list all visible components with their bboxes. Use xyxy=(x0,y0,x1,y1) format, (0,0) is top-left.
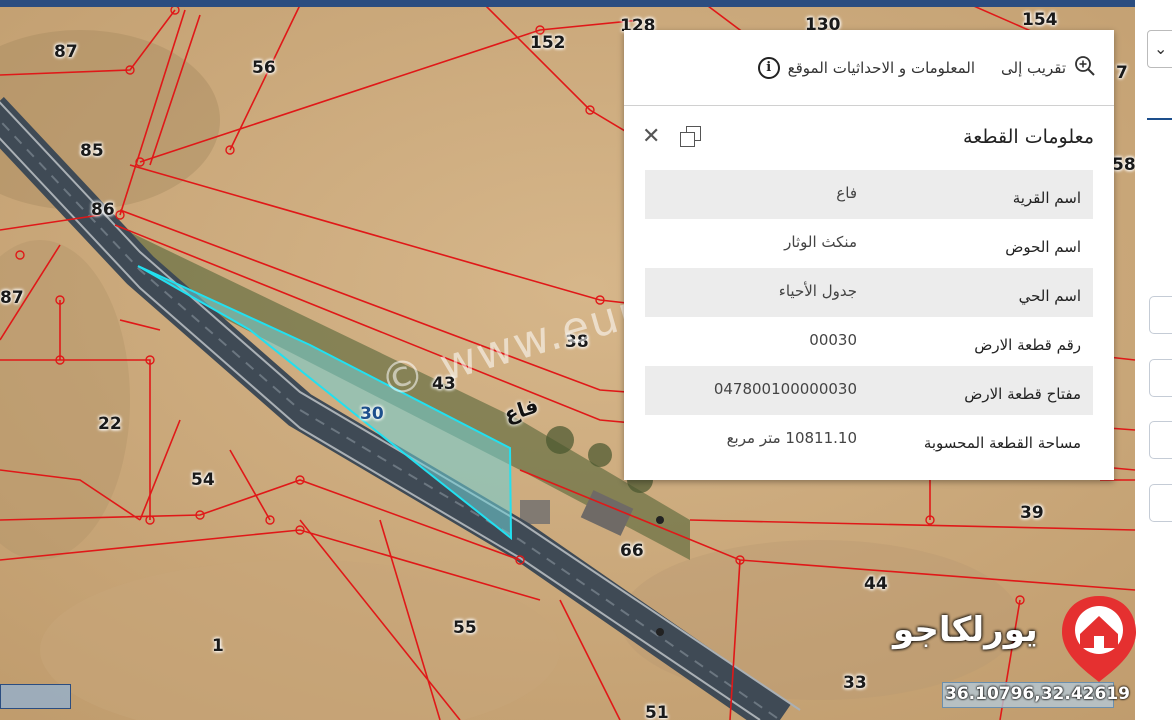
parcel-label[interactable]: 39 xyxy=(1020,503,1044,523)
parcel-label-selected[interactable]: 30 xyxy=(360,404,384,424)
parcel-label[interactable]: 56 xyxy=(252,58,276,78)
brand-logo-icon xyxy=(1062,596,1136,682)
row-key: رقم قطعة الارض xyxy=(974,335,1081,354)
row-key: مساحة القطعة المحسوبة xyxy=(923,433,1081,452)
zoom-to-button[interactable]: تقريب إلى xyxy=(1001,55,1096,81)
toolbar-divider xyxy=(1147,118,1172,120)
parcel-label[interactable]: 58 xyxy=(1112,155,1136,175)
parcel-label[interactable]: 22 xyxy=(98,414,122,434)
table-row: اسم الحي جدول الأحياء xyxy=(645,268,1093,317)
row-value: 10811.10 متر مربع xyxy=(726,429,857,447)
parcel-label[interactable]: 66 xyxy=(620,541,644,561)
location-info-button[interactable]: المعلومات و الاحداثيات الموقع i xyxy=(757,56,976,79)
parcel-label[interactable]: 1 xyxy=(212,636,224,656)
table-row: رقم قطعة الارض 00030 xyxy=(645,317,1093,366)
row-value: 00030 xyxy=(809,331,857,349)
row-value: 047800100000030 xyxy=(645,366,869,415)
table-row: اسم القرية فاع xyxy=(645,170,1093,219)
coordinates-readout: 36.10796,32.42619 xyxy=(942,682,1130,708)
top-bar xyxy=(0,0,1172,7)
tool-button[interactable] xyxy=(1149,359,1172,397)
table-row: اسم الحوض منكث الوثار xyxy=(645,219,1093,268)
close-icon[interactable]: ✕ xyxy=(642,124,660,149)
parcel-label[interactable]: 55 xyxy=(453,618,477,638)
row-key: اسم الحوض xyxy=(1005,237,1081,256)
parcel-label[interactable]: 51 xyxy=(645,703,669,720)
parcel-label[interactable]: 44 xyxy=(864,574,888,594)
brand-logo-text: يورلكاجو xyxy=(893,610,1038,650)
table-row: مساحة القطعة المحسوبة 10811.10 متر مربع xyxy=(645,415,1093,464)
info-icon: i xyxy=(757,56,780,79)
parcel-label[interactable]: 87 xyxy=(54,42,78,62)
row-key: مفتاح قطعة الارض xyxy=(869,366,1093,415)
tool-button[interactable] xyxy=(1149,296,1172,334)
popup-header: معلومات القطعة ✕ xyxy=(624,106,1114,170)
row-value: جدول الأحياء xyxy=(645,268,869,317)
parcel-label[interactable]: 87 xyxy=(0,288,24,308)
zoom-in-icon xyxy=(1074,55,1096,81)
parcel-label[interactable]: 33 xyxy=(843,673,867,693)
zoom-to-label: تقريب إلى xyxy=(1001,58,1066,77)
parcel-label[interactable]: 7 xyxy=(1116,63,1128,83)
parcel-label[interactable]: 152 xyxy=(530,33,566,53)
popup-actions: تقريب إلى المعلومات و الاحداثيات الموقع … xyxy=(624,30,1114,106)
parcel-label[interactable]: 86 xyxy=(91,200,115,220)
parcel-label[interactable]: 154 xyxy=(1022,10,1058,30)
row-value: فاع xyxy=(645,170,869,219)
scale-bar xyxy=(0,684,71,709)
tool-button[interactable] xyxy=(1149,484,1172,522)
row-value: منكث الوثار xyxy=(784,233,857,251)
restore-window-icon[interactable] xyxy=(680,126,702,148)
parcel-label[interactable]: 85 xyxy=(80,141,104,161)
row-key: اسم القرية xyxy=(869,170,1093,219)
row-key: اسم الحي xyxy=(869,268,1093,317)
parcel-info-table: اسم القرية فاع اسم الحوض منكث الوثار اسم… xyxy=(645,170,1093,464)
parcel-label[interactable]: 54 xyxy=(191,470,215,490)
table-row: مفتاح قطعة الارض 047800100000030 xyxy=(645,366,1093,415)
right-toolbar: ⌄ xyxy=(1135,0,1172,720)
chevron-down-icon[interactable]: ⌄ xyxy=(1147,30,1172,68)
popup-title: معلومات القطعة xyxy=(963,126,1094,148)
tool-button[interactable] xyxy=(1149,421,1172,459)
parcel-info-popup: تقريب إلى المعلومات و الاحداثيات الموقع … xyxy=(624,30,1114,480)
location-info-label: المعلومات و الاحداثيات الموقع xyxy=(787,58,976,77)
